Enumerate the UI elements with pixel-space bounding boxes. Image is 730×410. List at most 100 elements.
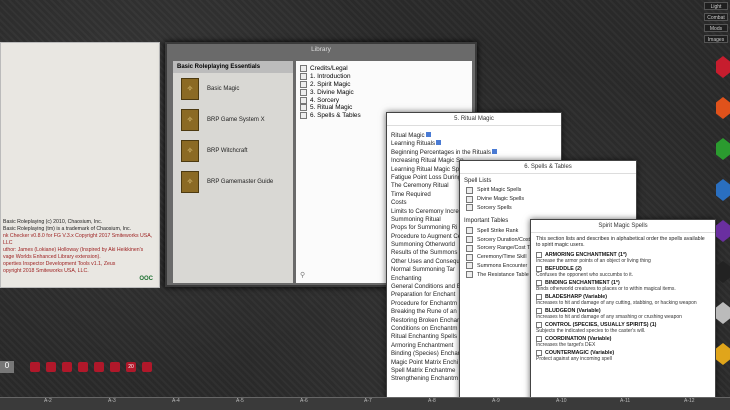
ritual-link-label: Learning Rituals bbox=[391, 140, 436, 148]
chapter-item[interactable]: 1. Introduction bbox=[296, 73, 472, 81]
library-book-item[interactable]: ✧ Basic Magic bbox=[173, 73, 293, 104]
hotbar-counter[interactable]: 0 bbox=[0, 361, 14, 373]
spell-entry[interactable]: CONTROL (SPECIES, USUALLY SPIRITS) (1) Su… bbox=[531, 321, 715, 335]
ritual-link-label: Increasing Ritual Magic Sp bbox=[391, 157, 464, 165]
hotbar-die-icon[interactable] bbox=[142, 362, 152, 372]
library-book-item[interactable]: ✧ BRP Witchcraft bbox=[173, 135, 293, 166]
hotbar-die-icon[interactable]: 20 bbox=[126, 362, 136, 372]
mods-button[interactable]: Mods bbox=[704, 24, 728, 32]
item-checkbox[interactable] bbox=[466, 271, 473, 279]
ruler-tick-label: A-3 bbox=[108, 398, 116, 404]
chapter-item[interactable]: 4. Sorcery bbox=[296, 96, 472, 104]
ritual-link-label: Binding (Species) Enchar bbox=[391, 350, 460, 358]
light-button[interactable]: Light bbox=[704, 2, 728, 10]
die-icon[interactable] bbox=[716, 56, 730, 78]
chapter-checkbox[interactable] bbox=[300, 73, 307, 81]
hotbar-die-icon[interactable] bbox=[78, 362, 88, 372]
ruler-tick-label: A-9 bbox=[492, 398, 500, 404]
spell-list-item[interactable]: Divine Magic Spells bbox=[460, 195, 636, 204]
ritual-link-item[interactable]: Learning Rituals bbox=[387, 140, 561, 148]
book-icon: ✧ bbox=[181, 108, 199, 131]
ruler-tick-label: A-10 bbox=[556, 398, 567, 404]
spell-description: Increases to hit and damage of any cutti… bbox=[536, 300, 697, 306]
spell-list-item[interactable]: Sorcery Spells bbox=[460, 204, 636, 213]
ritual-magic-title: 5. Ritual Magic bbox=[387, 113, 561, 126]
spell-entry[interactable]: BLUDGEON (Variable) Increases to hit and … bbox=[531, 307, 715, 321]
die-icon[interactable] bbox=[716, 302, 730, 324]
library-book-item[interactable]: ✧ BRP Game System X bbox=[173, 104, 293, 135]
chapter-checkbox[interactable] bbox=[300, 96, 307, 104]
ritual-link-label: Spell Matrix Enchantme bbox=[391, 366, 456, 374]
ritual-link-label: Limits to Ceremony Increa bbox=[391, 207, 463, 215]
chapter-checkbox[interactable] bbox=[300, 80, 307, 88]
ritual-link-label: Time Required bbox=[391, 190, 431, 198]
ritual-link-item[interactable]: Beginning Percentages in the Rituals bbox=[387, 148, 561, 157]
item-checkbox[interactable] bbox=[466, 227, 473, 235]
spell-entry[interactable]: BINDING ENCHANTMENT (1*) Binds otherworld… bbox=[531, 279, 715, 293]
chapter-checkbox[interactable] bbox=[300, 112, 307, 120]
ritual-link-label: General Conditions and E bbox=[391, 283, 461, 291]
library-book-list: Basic Roleplaying Essentials ✧ Basic Magi… bbox=[173, 61, 293, 283]
ruler-tick-label: A-4 bbox=[172, 398, 180, 404]
chapter-label: 4. Sorcery bbox=[310, 96, 340, 104]
spell-description: Confuses the opponent who succumbs to it… bbox=[536, 272, 634, 278]
chapter-checkbox[interactable] bbox=[300, 65, 307, 73]
spell-entry[interactable]: COUNTERMAGIC (Variable) Protect against a… bbox=[531, 349, 715, 363]
item-checkbox[interactable] bbox=[466, 186, 473, 194]
chapter-item[interactable]: 5. Ritual Magic bbox=[296, 104, 472, 112]
item-checkbox[interactable] bbox=[466, 204, 473, 212]
die-icon[interactable] bbox=[716, 138, 730, 160]
chapter-label: 3. Divine Magic bbox=[310, 88, 354, 96]
hotbar-die-icon[interactable] bbox=[94, 362, 104, 372]
item-checkbox[interactable] bbox=[466, 236, 473, 244]
spell-description: Binds otherworld creatures to places or … bbox=[536, 286, 676, 292]
die-icon[interactable] bbox=[716, 220, 730, 242]
chapter-checkbox[interactable] bbox=[300, 88, 307, 96]
spell-list-item[interactable]: Spirit Magic Spells bbox=[460, 186, 636, 195]
combat-button[interactable]: Combat bbox=[704, 13, 728, 21]
chapter-label: 2. Spirit Magic bbox=[310, 80, 351, 88]
hotbar-die-icon[interactable] bbox=[62, 362, 72, 372]
spell-description: Increases the target's DEX bbox=[536, 342, 596, 348]
search-icon[interactable]: ⚲ bbox=[300, 271, 305, 279]
ritual-link-item[interactable]: Ritual Magic bbox=[387, 132, 561, 140]
link-icon[interactable] bbox=[436, 140, 442, 146]
table-item-label: Sorcery Range/Cost Ta bbox=[477, 245, 533, 252]
hotbar-die-icon[interactable] bbox=[30, 362, 40, 372]
item-checkbox[interactable] bbox=[466, 244, 473, 252]
die-icon[interactable] bbox=[716, 97, 730, 119]
library-book-item[interactable]: ✧ BRP Gamemaster Guide bbox=[173, 166, 293, 197]
hotbar-die-icon[interactable] bbox=[110, 362, 120, 372]
ritual-link-label: Conditions on Enchantm bbox=[391, 324, 458, 332]
link-icon[interactable] bbox=[491, 148, 497, 154]
ritual-link-label: Preparation for Enchant bbox=[391, 291, 456, 299]
chapter-checkbox[interactable] bbox=[300, 104, 307, 112]
die-icon[interactable] bbox=[716, 179, 730, 201]
spell-description: Increase the armor points of an object o… bbox=[536, 258, 651, 264]
spell-entry[interactable]: BEFUDDLE (2) Confuses the opponent who su… bbox=[531, 265, 715, 279]
ruler-tick-label: A-6 bbox=[300, 398, 308, 404]
spell-entry[interactable]: BLADESHARP (Variable) Increases to hit an… bbox=[531, 293, 715, 307]
spell-entry[interactable]: COORDINATION (Variable) Increases the tar… bbox=[531, 335, 715, 349]
ruler-tick-label: A-11 bbox=[620, 398, 631, 404]
table-item-label: Sorcery Duration/Cost bbox=[477, 236, 531, 243]
ooc-toggle[interactable]: OOC bbox=[139, 276, 153, 283]
chapter-item[interactable]: Credits/Legal bbox=[296, 65, 472, 73]
die-icon[interactable] bbox=[716, 261, 730, 283]
item-checkbox[interactable] bbox=[466, 262, 473, 270]
chapter-item[interactable]: 2. Spirit Magic bbox=[296, 80, 472, 89]
link-icon[interactable] bbox=[425, 132, 431, 137]
ritual-link-label: Procedure for Enchantm bbox=[391, 299, 458, 307]
ritual-link-label: Results of the Summons bbox=[391, 249, 458, 257]
hotbar-die-icon[interactable] bbox=[46, 362, 56, 372]
ritual-link-label: Restoring Broken Enchan bbox=[391, 316, 461, 324]
item-checkbox[interactable] bbox=[466, 253, 473, 261]
chapter-item[interactable]: 3. Divine Magic bbox=[296, 88, 472, 96]
item-checkbox[interactable] bbox=[466, 195, 473, 203]
library-collection-header[interactable]: Basic Roleplaying Essentials bbox=[173, 61, 293, 73]
die-icon[interactable] bbox=[716, 343, 730, 365]
spell-entry[interactable]: ARMORING ENCHANTMENT (1*) Increase the ar… bbox=[531, 251, 715, 265]
images-button[interactable]: Images bbox=[704, 35, 728, 43]
ritual-link-label: Normal Summoning Tar bbox=[391, 266, 455, 274]
ritual-link-label: Procedure to Augment Ce bbox=[391, 232, 462, 240]
